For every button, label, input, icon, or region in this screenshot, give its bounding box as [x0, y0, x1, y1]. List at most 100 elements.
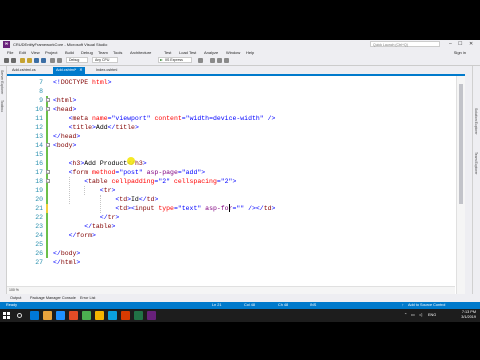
menu-build[interactable]: Build — [65, 50, 74, 55]
refresh-icon[interactable] — [198, 58, 203, 63]
menu-edit[interactable]: Edit — [19, 50, 26, 55]
menu-analyze[interactable]: Analyze — [204, 50, 218, 55]
code-line[interactable]: <head> — [53, 105, 76, 114]
zoom-level[interactable]: 100 % — [9, 287, 19, 293]
maximize-icon[interactable]: ☐ — [458, 41, 462, 47]
code-area[interactable]: <!DOCTYPE html> <html> <head> <meta name="v… — [46, 76, 455, 294]
menu-project[interactable]: Project — [45, 50, 57, 55]
tab-add-cshtml-cs[interactable]: Add.cshtml.cs — [9, 67, 39, 74]
code-token: head — [56, 106, 73, 113]
code-token: > — [115, 214, 120, 221]
collapse-toggle-icon[interactable]: − — [46, 143, 50, 147]
toolbar-tool-icon[interactable] — [210, 58, 215, 63]
redo-icon[interactable] — [57, 58, 62, 63]
taskbar-app-icon[interactable] — [43, 311, 52, 320]
vertical-scrollbar[interactable] — [456, 76, 465, 294]
code-token: > — [111, 223, 116, 230]
menu-test[interactable]: Test — [164, 50, 171, 55]
clock[interactable]: 7:13 PM 3/1/2019 — [461, 310, 476, 320]
team-explorer-tab[interactable]: Team Explorer — [474, 152, 478, 175]
tab-index-cshtml[interactable]: Index.cshtml — [93, 67, 120, 74]
close-icon[interactable]: ✕ — [469, 41, 473, 47]
code-line[interactable]: </form> — [69, 231, 96, 240]
toolbar-tool-icon[interactable] — [217, 58, 222, 63]
minimize-icon[interactable]: – — [449, 41, 452, 47]
tab-output[interactable]: Output — [10, 295, 21, 301]
taskbar-app-icon[interactable] — [69, 311, 78, 320]
menu-architecture[interactable]: Architecture — [130, 50, 151, 55]
solution-explorer-tab[interactable]: Solution Explorer — [474, 108, 478, 135]
code-editor[interactable]: 7 8 9 10 11 12 13 14 15 16 17 18 19 20 21 22 23 24 25 26 27 … — [7, 76, 465, 294]
menu-file[interactable]: File — [7, 50, 13, 55]
code-line[interactable]: <html> — [53, 96, 76, 105]
code-token: meta — [72, 115, 89, 122]
menu-help[interactable]: Help — [246, 50, 254, 55]
menu-tools[interactable]: Tools — [113, 50, 122, 55]
tray-chevron-icon[interactable]: ⌃ — [404, 312, 407, 318]
menu-team[interactable]: Team — [98, 50, 108, 55]
forward-icon[interactable] — [11, 58, 16, 63]
taskbar-app-icon[interactable] — [147, 311, 156, 320]
code-line[interactable]: <!DOCTYPE html> — [53, 78, 112, 87]
menu-load-test[interactable]: Load Test — [179, 50, 196, 55]
server-explorer-tab[interactable]: Server Explorer — [0, 70, 4, 94]
network-icon[interactable]: ▭ — [411, 312, 415, 318]
toolbox-tab[interactable]: Toolbox — [0, 100, 4, 112]
menu-view[interactable]: View — [31, 50, 40, 55]
code-line[interactable]: <table cellpadding="2" cellspacing="2"> — [84, 177, 236, 186]
taskbar-app-icon[interactable] — [95, 311, 104, 320]
save-all-icon[interactable] — [41, 58, 46, 63]
add-to-source-control-button[interactable]: Add to Source Control — [408, 302, 445, 309]
line-number: 15 — [35, 151, 43, 158]
taskbar-app-icon[interactable] — [121, 311, 130, 320]
save-icon[interactable] — [34, 58, 39, 63]
collapse-toggle-icon[interactable]: − — [46, 107, 50, 111]
collapse-toggle-icon[interactable]: − — [46, 98, 50, 102]
platform-select[interactable]: Any CPU — [92, 57, 118, 63]
run-button[interactable]: IIS Express — [158, 57, 192, 63]
scrollbar-thumb[interactable] — [459, 84, 463, 204]
menu-window[interactable]: Window — [226, 50, 240, 55]
language-indicator[interactable]: ENG — [428, 312, 436, 318]
open-file-icon[interactable] — [27, 58, 32, 63]
code-line[interactable]: <form method="post" asp-page="add"> — [69, 168, 206, 177]
code-line[interactable]: <title>Add</title> — [69, 123, 139, 132]
code-line[interactable]: <tr> — [100, 186, 116, 195]
taskbar-app-icon[interactable] — [30, 311, 39, 320]
taskbar-app-icon[interactable] — [56, 311, 65, 320]
taskbar-app-icon[interactable] — [108, 311, 117, 320]
configuration-select[interactable]: Debug — [66, 57, 88, 63]
undo-icon[interactable] — [50, 58, 55, 63]
code-line[interactable]: <td>Id</td> — [115, 195, 158, 204]
menu-debug[interactable]: Debug — [81, 50, 93, 55]
search-icon[interactable] — [17, 313, 22, 318]
code-token: DOCTYPE — [60, 79, 89, 86]
code-line[interactable]: </tr> — [100, 213, 120, 222]
code-line[interactable]: <meta name="viewport" content="width=dev… — [69, 114, 276, 123]
quick-launch-input[interactable]: Quick Launch (Ctrl+Q) — [370, 41, 440, 47]
tab-add-cshtml[interactable]: Add.cshtml* ✕ — [53, 67, 86, 74]
windows-start-icon[interactable] — [3, 312, 10, 319]
back-icon[interactable] — [4, 58, 9, 63]
volume-icon[interactable]: ◁ — [419, 312, 422, 318]
code-line[interactable]: </head> — [53, 132, 80, 141]
indent-guide — [84, 186, 86, 195]
code-token: "width=device-width" — [185, 115, 264, 122]
code-line[interactable]: <td><input type="text" asp-for="" /></td… — [115, 204, 275, 213]
code-line[interactable]: </table> — [84, 222, 115, 231]
horizontal-scrollbar[interactable]: 100 % — [7, 286, 455, 294]
code-token: table — [92, 223, 112, 230]
code-line[interactable]: </html> — [53, 258, 80, 267]
tab-package-manager-console[interactable]: Package Manager Console — [30, 295, 76, 301]
tab-error-list[interactable]: Error List — [80, 295, 95, 301]
code-line[interactable]: <body> — [53, 141, 76, 150]
collapse-toggle-icon[interactable]: − — [46, 170, 50, 174]
taskbar-app-icon[interactable] — [134, 311, 143, 320]
close-tab-icon[interactable]: ✕ — [79, 68, 82, 72]
sign-in-link[interactable]: Sign in — [454, 50, 466, 55]
toolbar-tool-icon[interactable] — [224, 58, 229, 63]
collapse-toggle-icon[interactable]: − — [46, 179, 50, 183]
code-line[interactable]: </body> — [53, 249, 80, 258]
new-project-icon[interactable] — [20, 58, 25, 63]
taskbar-app-icon[interactable] — [82, 311, 91, 320]
